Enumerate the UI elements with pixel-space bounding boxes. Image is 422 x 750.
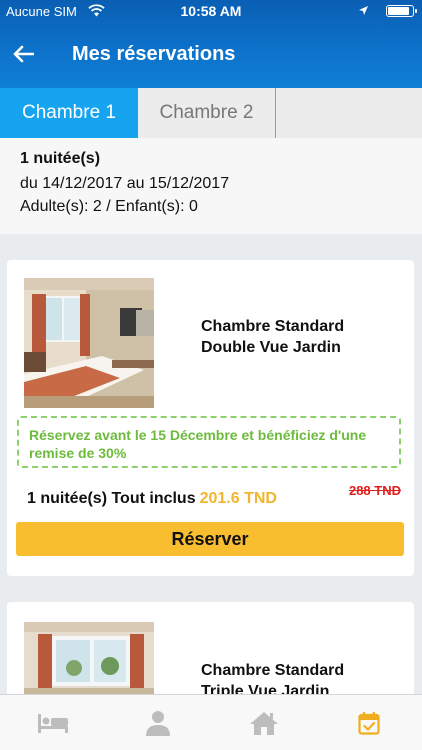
top-bar: Aucune SIM 10:58 AM Mes réservations [0,0,422,88]
nav-home[interactable] [211,695,317,750]
promo-banner: Réservez avant le 15 Décembre et bénéfic… [17,416,401,468]
user-icon [146,710,171,736]
price-label: 1 nuitée(s) Tout inclus [27,490,196,507]
calendar-check-icon [358,711,380,735]
battery-icon [386,5,417,17]
tab-chambre-1[interactable]: Chambre 1 [0,88,138,138]
room-offer-card: Chambre Standard Double Vue Jardin Réser… [7,260,414,576]
reserve-button[interactable]: Réserver [16,522,404,556]
room-type: Chambre Standard [201,318,345,335]
booking-summary: 1 nuitée(s) du 14/12/2017 au 15/12/2017 … [0,138,422,234]
room-tabs: Chambre 1 Chambre 2 [0,88,422,138]
room-offer-card: Chambre Standard Triple Vue Jardin [7,602,414,702]
arrow-left-icon [13,45,34,63]
room-photo[interactable] [24,278,154,408]
room-name: Chambre Standard Double Vue Jardin [201,316,401,358]
room-view: Double Vue Jardin [201,339,341,356]
nav-reservations[interactable] [317,695,422,750]
nav-hotels[interactable] [0,695,106,750]
nights-count: 1 nuitée(s) [20,150,101,167]
location-arrow-icon [359,6,368,15]
home-icon [249,711,278,735]
back-button[interactable] [8,40,38,68]
stay-dates: du 14/12/2017 au 15/12/2017 [20,175,230,192]
old-price: 288 TND [348,483,401,498]
nav-profile[interactable] [106,695,212,750]
room-photo[interactable] [24,622,154,702]
room-type: Chambre Standard [201,662,345,679]
price-row: 1 nuitée(s) Tout inclus 201.6 TND [27,490,277,508]
current-price: 201.6 TND [199,490,277,507]
status-bar: Aucune SIM 10:58 AM [0,0,422,22]
page-title: Mes réservations [72,43,236,65]
bed-icon [37,713,68,733]
guest-count: Adulte(s): 2 / Enfant(s): 0 [20,198,198,215]
bottom-nav [0,694,422,750]
tab-chambre-2[interactable]: Chambre 2 [138,88,276,138]
